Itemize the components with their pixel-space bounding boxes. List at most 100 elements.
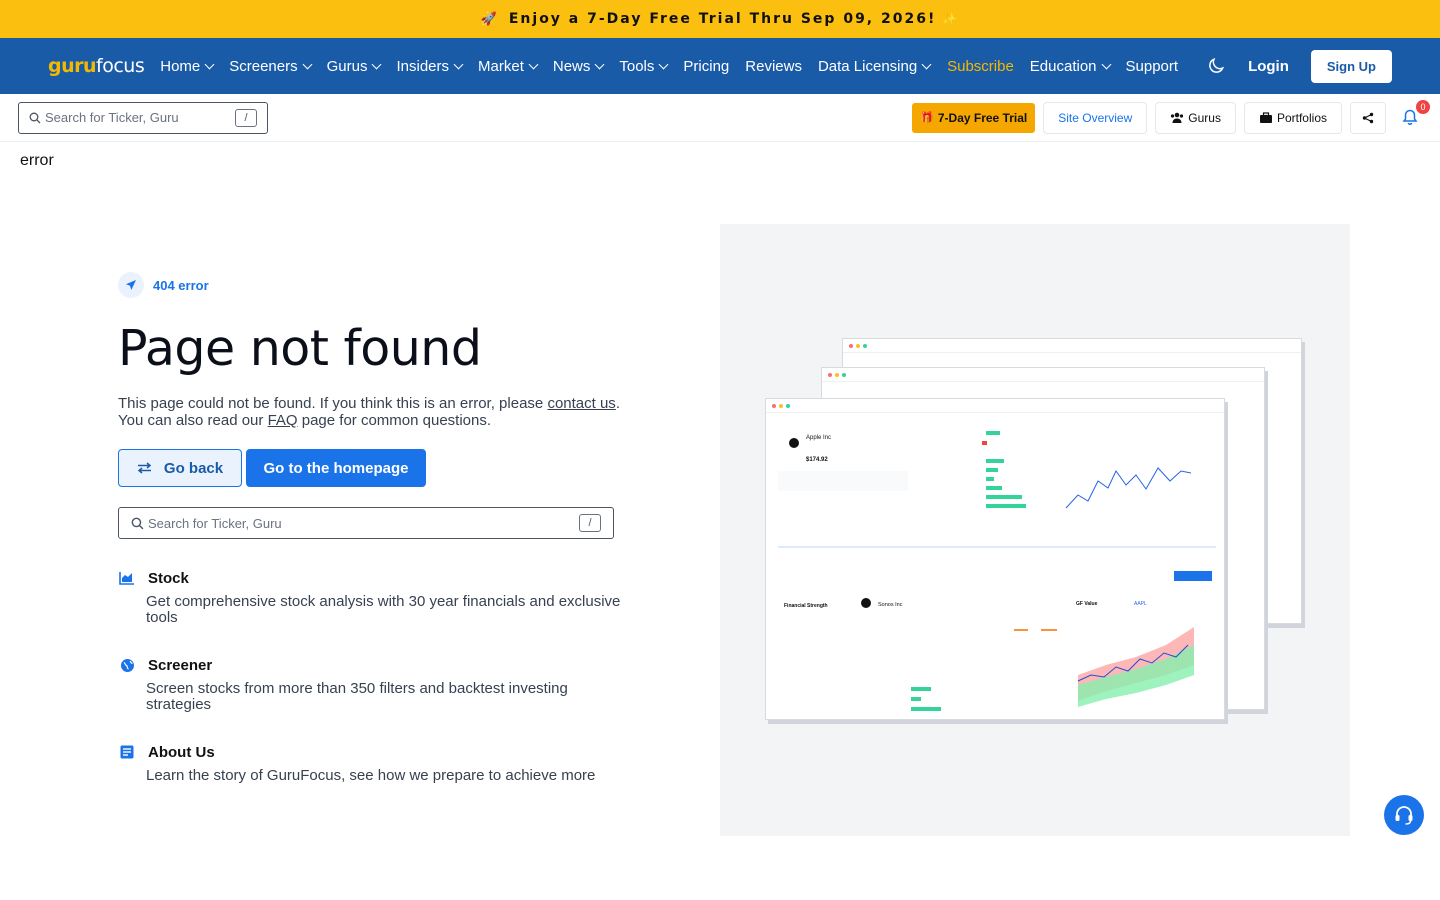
nav-tools[interactable]: Tools — [619, 57, 669, 75]
nav-reviews[interactable]: Reviews — [745, 58, 802, 75]
portfolios-label: Portfolios — [1276, 110, 1327, 125]
nav-insiders[interactable]: Insiders — [396, 58, 464, 75]
promo-banner[interactable]: 🚀 Enjoy a 7-Day Free Trial Thru Sep 09, … — [0, 0, 1440, 38]
not-found-content: 404 error Page not found This page could… — [118, 272, 638, 784]
chevron-down-icon — [921, 59, 932, 69]
desc-line-1: This page could not be found. If you thi… — [118, 395, 548, 412]
faq-link[interactable]: FAQ — [268, 412, 298, 429]
feature-text: Get comprehensive stock analysis with 30… — [146, 593, 621, 626]
free-trial-label: 7-Day Free Trial — [937, 110, 1028, 125]
feature-text: Screen stocks from more than 350 filters… — [146, 680, 568, 713]
company-1-name: Apple Inc — [806, 435, 831, 441]
signup-button[interactable]: Sign Up — [1310, 49, 1392, 83]
promo-text: Enjoy a 7-Day Free Trial Thru Sep 09, 20… — [508, 11, 937, 27]
nav-data-licensing[interactable]: Data Licensing — [817, 57, 932, 75]
slash-shortcut-key: / — [579, 514, 601, 532]
briefcase-icon — [1259, 111, 1272, 123]
feature-text: Learn the story of GuruFocus, see how we… — [146, 767, 596, 784]
error-code-label: 404 error — [153, 277, 209, 293]
portfolios-button[interactable]: Portfolios — [1243, 101, 1342, 134]
send-icon — [118, 272, 144, 298]
users-icon — [1171, 112, 1184, 123]
chevron-down-icon — [528, 59, 539, 69]
nav-news-label: News — [552, 57, 591, 75]
product-illustration: Apple Inc $174.92 Financial Strength Son… — [720, 224, 1350, 836]
chart-icon — [118, 569, 136, 587]
chevron-down-icon — [1101, 59, 1111, 69]
subscribe-link[interactable]: Subscribe — [947, 58, 1014, 75]
nav-news[interactable]: News — [552, 57, 605, 75]
feature-screener[interactable]: Screener Screen stocks from more than 35… — [118, 656, 638, 713]
nav-tools-label: Tools — [619, 57, 655, 75]
support-chat-button[interactable] — [1384, 795, 1424, 835]
gurufocus-logo[interactable]: guru focus — [48, 55, 145, 77]
go-back-label: Go back — [163, 459, 224, 477]
chevron-down-icon — [594, 59, 605, 69]
chevron-down-icon — [302, 59, 313, 69]
feature-stock[interactable]: Stock Get comprehensive stock analysis w… — [118, 569, 638, 626]
gurus-button[interactable]: Gurus — [1155, 101, 1236, 134]
toolbar-right: 🎁 7-Day Free Trial Site Overview Gurus P… — [912, 99, 1430, 134]
error-eyebrow: 404 error — [118, 272, 638, 298]
nav-support[interactable]: Support — [1126, 58, 1179, 75]
feature-title: About Us — [148, 743, 215, 761]
nav-home[interactable]: Home — [160, 57, 215, 75]
share-button[interactable] — [1350, 101, 1386, 134]
desc-line-2-end: page for common questions. — [297, 412, 492, 429]
notification-count-badge: 0 — [1416, 99, 1430, 114]
nav-market-label: Market — [478, 57, 524, 75]
share-icon — [1362, 112, 1374, 123]
contact-us-link[interactable]: contact us — [547, 395, 615, 412]
free-trial-button[interactable]: 🎁 7-Day Free Trial — [912, 102, 1036, 133]
nav-home-label: Home — [160, 57, 201, 75]
logo-guru-text: guru — [48, 55, 97, 77]
go-back-button[interactable]: Go back — [118, 449, 242, 487]
notifications-button[interactable]: 0 — [1398, 99, 1430, 130]
globe-icon — [118, 656, 136, 674]
go-homepage-button[interactable]: Go to the homepage — [246, 449, 426, 487]
action-buttons: Go back Go to the homepage — [118, 449, 638, 487]
nav-support-label: Support — [1125, 57, 1179, 75]
nav-data-licensing-label: Data Licensing — [817, 57, 918, 75]
company-1-price: $174.92 — [806, 457, 828, 463]
feature-title: Screener — [148, 656, 213, 674]
error-description: This page could not be found. If you thi… — [118, 395, 638, 429]
site-overview-button[interactable]: Site Overview — [1043, 101, 1148, 134]
section-financial-strength: Financial Strength — [784, 603, 828, 609]
feature-about-us[interactable]: About Us Learn the story of GuruFocus, s… — [118, 743, 638, 784]
nav-screeners-label: Screeners — [229, 57, 298, 75]
nav-market[interactable]: Market — [478, 57, 539, 75]
headset-icon — [1395, 806, 1413, 825]
ticker-label: AAPL — [1134, 601, 1147, 607]
feature-title: Stock — [148, 569, 189, 587]
header-search-input[interactable]: Search for Ticker, Guru / — [18, 101, 268, 134]
nav-pricing[interactable]: Pricing — [683, 58, 729, 75]
toolbar: Search for Ticker, Guru / 🎁 7-Day Free T… — [0, 94, 1440, 142]
page-search-input[interactable]: Search for Ticker, Guru / — [118, 507, 614, 539]
chevron-down-icon — [372, 59, 382, 69]
dashboard-mockup: Apple Inc $174.92 Financial Strength Son… — [778, 431, 1216, 711]
login-link[interactable]: Login — [1248, 58, 1289, 75]
search-placeholder: Search for Ticker, Guru — [148, 515, 282, 531]
nav-education[interactable]: Education — [1030, 58, 1111, 75]
logo-focus-text: focus — [96, 55, 145, 77]
main-nav: guru focus Home Screeners Gurus Insiders … — [0, 38, 1440, 94]
desc-line-2: You can also read our — [118, 412, 268, 429]
bell-icon — [1402, 109, 1418, 125]
nav-pricing-label: Pricing — [683, 57, 730, 75]
nav-screeners[interactable]: Screeners — [229, 57, 313, 75]
dark-mode-moon-icon[interactable] — [1206, 56, 1226, 76]
chevron-down-icon — [453, 59, 464, 69]
page-title: Page not found — [118, 320, 482, 377]
gurus-label: Gurus — [1188, 110, 1221, 125]
nav-gurus[interactable]: Gurus — [327, 58, 382, 75]
nav-reviews-label: Reviews — [745, 57, 802, 75]
search-icon — [29, 112, 41, 123]
gift-icon: 🎁 — [920, 112, 934, 124]
search-placeholder: Search for Ticker, Guru — [45, 110, 179, 125]
site-overview-label: Site Overview — [1058, 110, 1133, 125]
section-gf-value: GF Value — [1076, 601, 1098, 607]
desc-line-1-end: . — [615, 395, 620, 412]
search-icon — [131, 517, 144, 529]
chevron-down-icon — [204, 59, 215, 69]
